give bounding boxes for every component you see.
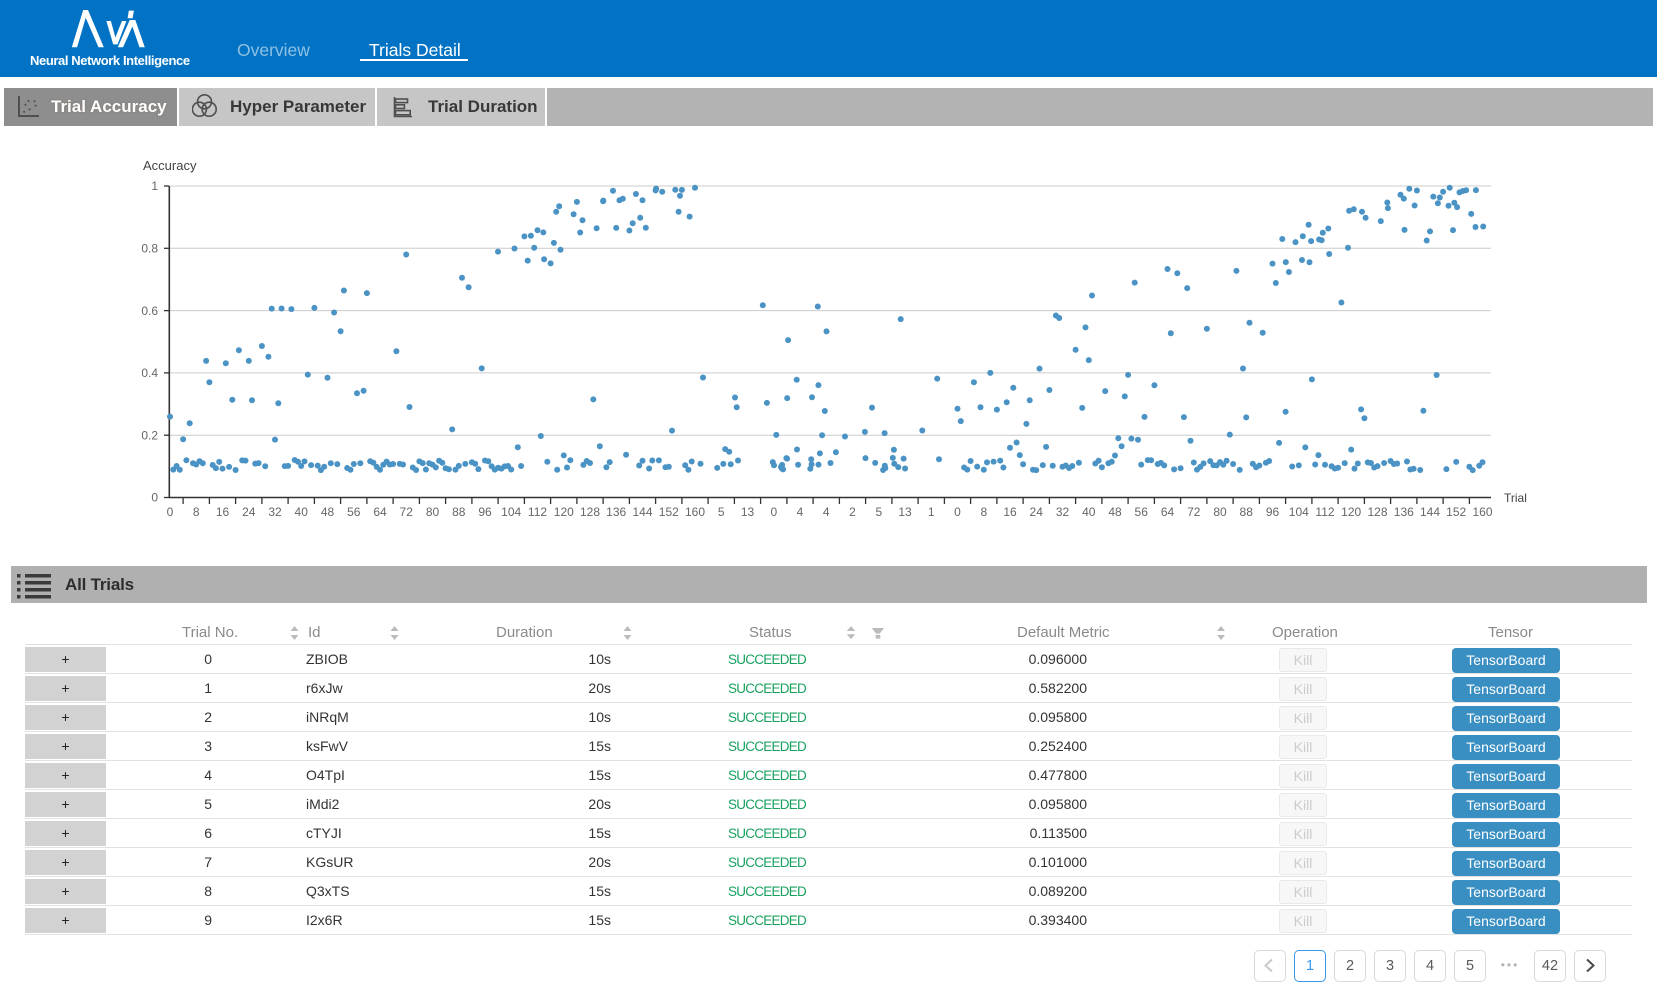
svg-text:120: 120 [1341, 505, 1361, 519]
svg-text:48: 48 [321, 505, 335, 519]
svg-text:56: 56 [347, 505, 361, 519]
svg-text:88: 88 [1240, 505, 1254, 519]
svg-text:32: 32 [1056, 505, 1070, 519]
svg-text:160: 160 [1472, 505, 1492, 519]
svg-text:56: 56 [1135, 505, 1149, 519]
svg-text:1: 1 [928, 505, 935, 519]
svg-text:0: 0 [770, 505, 777, 519]
svg-text:40: 40 [1082, 505, 1096, 519]
svg-text:64: 64 [373, 505, 387, 519]
svg-text:32: 32 [268, 505, 282, 519]
svg-text:80: 80 [426, 505, 440, 519]
svg-text:136: 136 [1394, 505, 1414, 519]
svg-text:0.8: 0.8 [141, 242, 158, 256]
svg-text:128: 128 [1367, 505, 1387, 519]
svg-text:96: 96 [1266, 505, 1280, 519]
svg-text:80: 80 [1213, 505, 1227, 519]
svg-text:104: 104 [501, 505, 521, 519]
svg-text:8: 8 [193, 505, 200, 519]
svg-text:24: 24 [242, 505, 256, 519]
svg-text:48: 48 [1108, 505, 1122, 519]
svg-text:64: 64 [1161, 505, 1175, 519]
svg-text:0.6: 0.6 [141, 304, 158, 318]
svg-text:5: 5 [718, 505, 725, 519]
svg-text:144: 144 [632, 505, 652, 519]
svg-text:128: 128 [580, 505, 600, 519]
svg-text:0: 0 [954, 505, 961, 519]
svg-text:Accuracy: Accuracy [143, 158, 197, 173]
svg-text:112: 112 [1315, 505, 1334, 519]
svg-text:0: 0 [151, 491, 158, 505]
svg-text:40: 40 [295, 505, 309, 519]
svg-text:96: 96 [478, 505, 492, 519]
svg-text:16: 16 [1003, 505, 1017, 519]
svg-text:120: 120 [554, 505, 574, 519]
svg-text:13: 13 [741, 505, 755, 519]
svg-text:4: 4 [797, 505, 804, 519]
svg-text:Trial: Trial [1504, 491, 1527, 505]
svg-text:0: 0 [167, 505, 174, 519]
svg-text:16: 16 [216, 505, 230, 519]
svg-text:4: 4 [823, 505, 830, 519]
svg-text:2: 2 [849, 505, 856, 519]
svg-text:5: 5 [875, 505, 882, 519]
svg-text:144: 144 [1420, 505, 1440, 519]
svg-text:152: 152 [659, 505, 679, 519]
svg-text:0.2: 0.2 [141, 428, 158, 442]
svg-text:24: 24 [1030, 505, 1044, 519]
svg-text:72: 72 [400, 505, 414, 519]
svg-text:152: 152 [1446, 505, 1466, 519]
svg-text:136: 136 [606, 505, 626, 519]
svg-text:104: 104 [1289, 505, 1309, 519]
svg-text:13: 13 [898, 505, 912, 519]
svg-text:112: 112 [528, 505, 547, 519]
svg-text:8: 8 [980, 505, 987, 519]
svg-text:72: 72 [1187, 505, 1201, 519]
svg-text:160: 160 [685, 505, 705, 519]
svg-text:1: 1 [151, 179, 158, 193]
svg-text:0.4: 0.4 [141, 366, 158, 380]
svg-text:88: 88 [452, 505, 466, 519]
